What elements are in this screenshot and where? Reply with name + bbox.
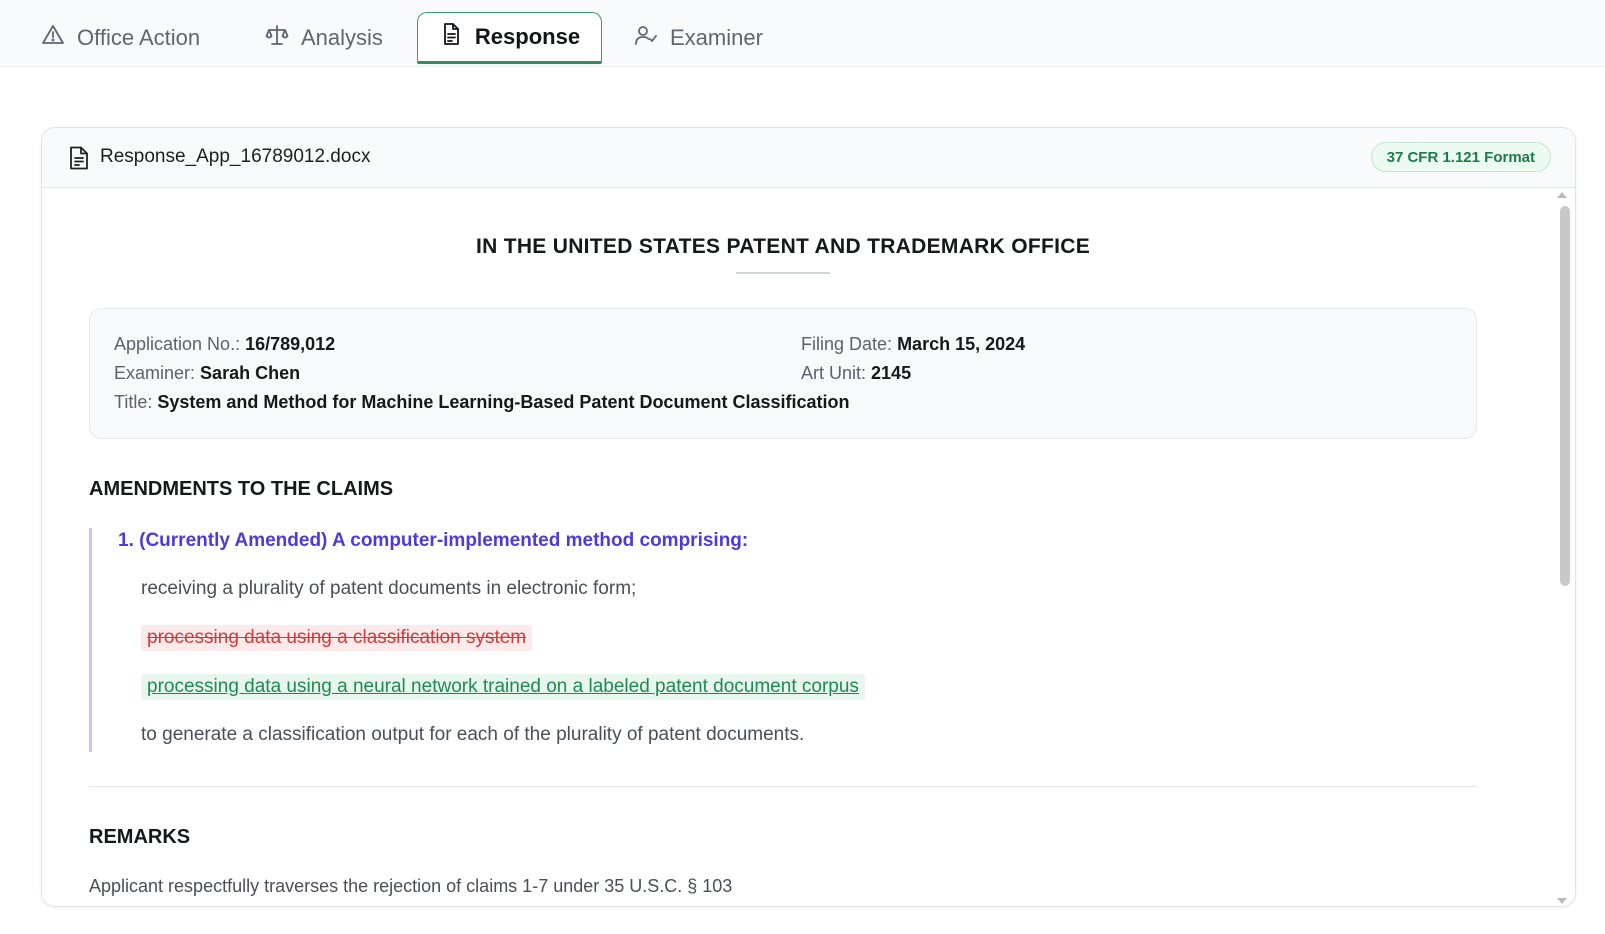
user-check-icon — [634, 23, 658, 53]
filing-date: Filing Date: March 15, 2024 — [801, 334, 1026, 354]
title-divider — [736, 272, 830, 274]
tab-label: Response — [474, 24, 581, 49]
section-divider — [89, 786, 1477, 787]
response-document-card: Response_App_16789012.docx 37 CFR 1.121 … — [41, 127, 1576, 907]
scrollbar-thumb[interactable] — [1560, 206, 1570, 586]
tab-label: Examiner — [670, 25, 763, 50]
claim-line: to generate a classification output for … — [141, 724, 805, 745]
remarks-text: Applicant respectfully traverses the rej… — [89, 876, 733, 896]
scroll-up-arrow[interactable] — [1557, 192, 1567, 198]
claim-1: 1. (Currently Amended) A computer-implem… — [89, 528, 1289, 752]
format-badge: 37 CFR 1.121 Format — [1370, 142, 1551, 172]
remarks-heading: REMARKS — [89, 826, 191, 848]
file-icon — [68, 146, 90, 170]
tab-label: Analysis — [301, 25, 383, 50]
inserted-text: processing data using a neural network t… — [141, 674, 865, 700]
document-header: Response_App_16789012.docx 37 CFR 1.121 … — [42, 128, 1575, 188]
examiner-name: Examiner: Sarah Chen — [114, 363, 301, 383]
scroll-down-arrow[interactable] — [1557, 898, 1567, 904]
document-body: IN THE UNITED STATES PATENT AND TRADEMAR… — [89, 188, 1479, 906]
deleted-text: processing data using a classification s… — [141, 625, 533, 651]
application-number: Application No.: 16/789,012 — [114, 334, 336, 354]
art-unit: Art Unit: 2145 — [801, 363, 912, 383]
file-name: Response_App_16789012.docx — [100, 146, 371, 167]
claim-heading: 1. (Currently Amended) A computer-implem… — [118, 530, 749, 551]
tab-analysis[interactable]: Analysis — [265, 12, 383, 64]
scale-icon — [265, 23, 289, 53]
amendments-heading: AMENDMENTS TO THE CLAIMS — [89, 478, 394, 500]
application-title: Title: System and Method for Machine Lea… — [114, 392, 850, 412]
tab-office-action[interactable]: Office Action — [41, 12, 200, 64]
document-icon — [439, 22, 463, 52]
tab-response[interactable]: Response — [417, 12, 602, 64]
claim-line: receiving a plurality of patent document… — [141, 578, 637, 599]
tab-label: Office Action — [77, 25, 201, 50]
application-info-box: Application No.: 16/789,012 Filing Date:… — [89, 308, 1477, 439]
tab-bar: Office Action Analysis Response Examiner — [0, 0, 1605, 67]
office-title: IN THE UNITED STATES PATENT AND TRADEMAR… — [475, 235, 1091, 258]
tab-examiner[interactable]: Examiner — [634, 12, 763, 64]
warning-triangle-icon — [41, 23, 65, 53]
